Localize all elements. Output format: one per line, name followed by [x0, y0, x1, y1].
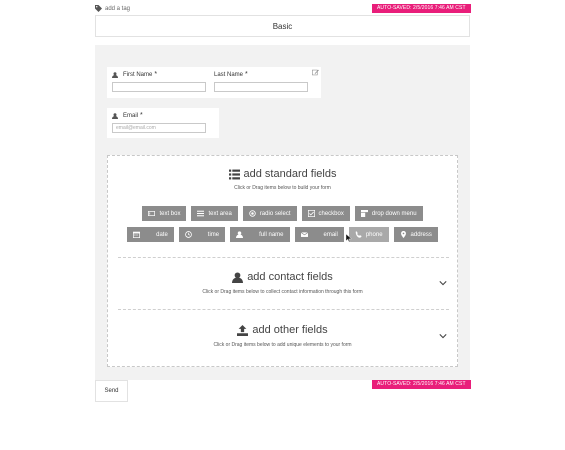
standard-fields-title-text: add standard fields — [243, 168, 337, 180]
contact-fields-title[interactable]: add contact fields — [108, 271, 457, 283]
text-area-icon — [197, 210, 205, 217]
email-label-text: Email — [123, 112, 139, 119]
other-fields-subtitle: Click or Drag items below to add unique … — [213, 342, 352, 348]
standard-fields-subtitle: Click or Drag items below to build your … — [234, 185, 331, 191]
text-box-button[interactable]: text box — [142, 206, 187, 221]
envelope-icon — [300, 232, 308, 237]
radio-select-label: radio select — [259, 210, 291, 217]
drop-down-menu-button[interactable]: drop down menu — [354, 206, 423, 221]
email-button[interactable]: email — [294, 227, 344, 242]
send-button[interactable]: Send — [95, 380, 128, 402]
email-label: Email * — [112, 112, 143, 119]
map-pin-icon — [400, 231, 406, 238]
user-icon — [112, 71, 118, 78]
radio-select-button[interactable]: radio select — [242, 206, 297, 221]
last-name-label: Last Name * — [214, 71, 248, 78]
full-name-label: full name — [259, 231, 284, 238]
user-icon — [112, 112, 118, 119]
text-box-label: text box — [159, 210, 181, 217]
text-area-button[interactable]: text area — [191, 206, 238, 221]
checkbox-button[interactable]: checkbox — [301, 206, 350, 221]
chevron-down-icon[interactable] — [439, 333, 447, 339]
time-label: time — [207, 231, 220, 238]
email-field-card[interactable]: Email * email@email.com — [107, 108, 219, 138]
required-marker: * — [140, 112, 143, 119]
section-divider — [118, 257, 449, 258]
chevron-down-icon[interactable] — [439, 280, 447, 286]
email-input[interactable]: email@email.com — [112, 123, 206, 133]
text-box-icon — [148, 211, 156, 216]
name-field-card[interactable]: First Name * Last Name * — [107, 67, 321, 98]
address-label: address — [410, 231, 432, 238]
standard-fields-row-2: date time full name email phone address — [108, 227, 457, 242]
form-title[interactable]: Basic — [95, 15, 470, 37]
standard-fields-title: add standard fields — [108, 168, 457, 180]
checkbox-label: checkbox — [318, 210, 344, 217]
email-button-label: email — [323, 231, 338, 238]
dropdown-icon — [360, 210, 368, 217]
required-marker: * — [154, 71, 158, 78]
list-icon — [228, 169, 240, 179]
user-icon — [232, 271, 244, 283]
calendar-icon — [133, 231, 141, 238]
clock-icon — [184, 231, 192, 238]
required-marker: * — [245, 71, 248, 78]
autosave-badge: AUTO-SAVED: 2/5/2016 7:46 AM CST — [372, 4, 471, 13]
time-button[interactable]: time — [178, 227, 226, 242]
edit-icon[interactable] — [312, 69, 319, 76]
phone-label: phone — [365, 231, 383, 238]
address-button[interactable]: address — [393, 227, 438, 242]
checkbox-icon — [307, 210, 315, 217]
last-name-input[interactable] — [214, 82, 308, 92]
autosave-badge-bottom: AUTO-SAVED: 2/5/2016 7:46 AM CST — [372, 380, 471, 389]
other-fields-title[interactable]: add other fields — [108, 324, 457, 336]
mouse-cursor-icon — [346, 234, 352, 242]
add-tag-label: add a tag — [105, 5, 131, 12]
upload-icon — [237, 324, 249, 336]
phone-button[interactable]: phone — [348, 227, 389, 242]
phone-icon — [355, 231, 362, 238]
tag-icon — [95, 5, 102, 12]
text-area-label: text area — [208, 210, 232, 217]
contact-fields-subtitle: Click or Drag items below to collect con… — [202, 289, 363, 295]
standard-fields-row-1: text box text area radio select checkbox… — [108, 206, 457, 221]
field-builder-panel: add standard fields Click or Drag items … — [107, 155, 458, 367]
first-name-input[interactable] — [112, 82, 206, 92]
last-name-label-text: Last Name — [214, 71, 244, 78]
full-name-button[interactable]: full name — [230, 227, 290, 242]
first-name-label-text: First Name — [123, 71, 153, 78]
user-icon — [236, 231, 244, 238]
date-button[interactable]: date — [127, 227, 174, 242]
section-divider — [118, 309, 449, 310]
radio-icon — [249, 210, 256, 217]
first-name-label: First Name * — [112, 71, 157, 78]
date-label: date — [156, 231, 168, 238]
add-tag-link[interactable]: add a tag — [95, 5, 130, 12]
other-fields-title-text: add other fields — [252, 324, 328, 336]
contact-fields-title-text: add contact fields — [247, 271, 333, 283]
drop-down-menu-label: drop down menu — [371, 210, 417, 217]
